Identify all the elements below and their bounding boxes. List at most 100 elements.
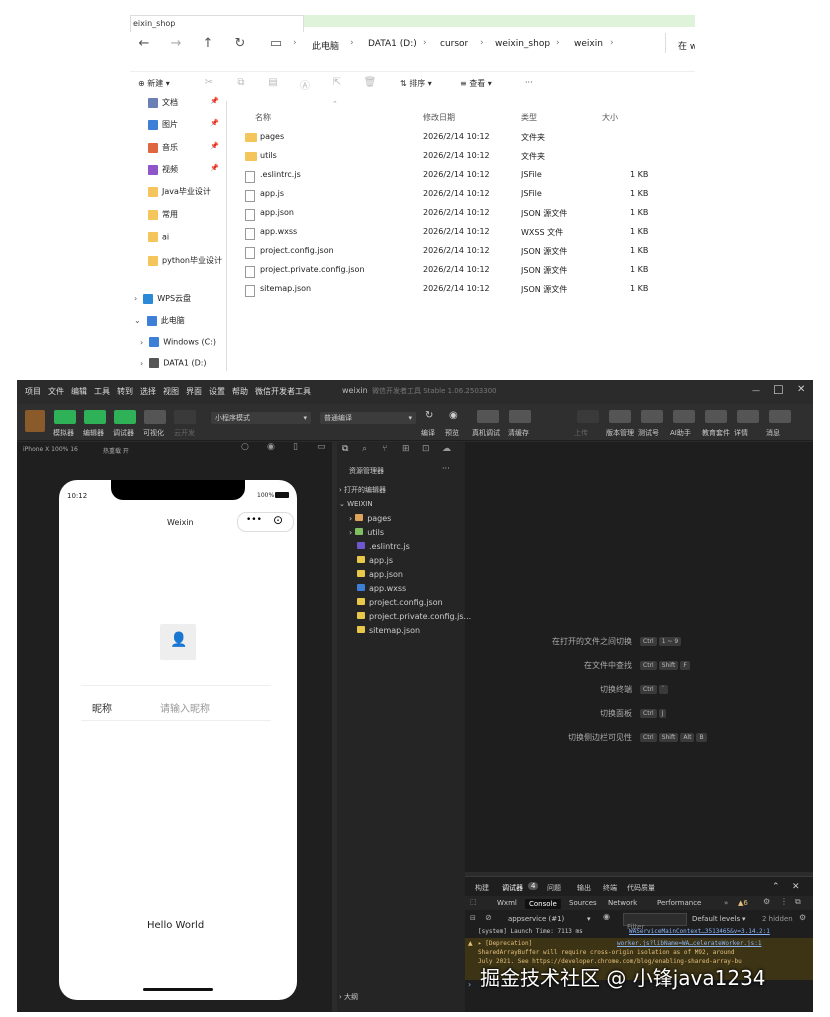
devtools-tab[interactable]: Console xyxy=(525,899,561,909)
up-icon[interactable]: ↑ xyxy=(200,37,216,51)
close-panel-icon[interactable]: ✕ xyxy=(792,882,800,892)
maximize-icon[interactable]: ☐ xyxy=(773,383,784,397)
file-tree-item[interactable]: .eslintrc.js xyxy=(357,542,477,551)
paste-icon[interactable]: ▤ xyxy=(266,77,280,89)
pin-icon[interactable]: 📌 xyxy=(210,97,219,105)
inspect-icon[interactable]: ⬚ xyxy=(470,898,477,906)
sidebar-item[interactable]: Java毕业设计 xyxy=(148,186,228,200)
file-tree-item[interactable]: app.json xyxy=(357,570,477,579)
settings-icon[interactable]: ⚙ xyxy=(763,897,770,906)
menu-item[interactable]: 选择 xyxy=(140,386,156,397)
tree-item[interactable]: ⌄ 此电脑 xyxy=(134,315,229,329)
hotreload-toggle[interactable]: 热重载 开 xyxy=(103,446,129,455)
breadcrumb-data1[interactable]: DATA1 (D:) xyxy=(368,39,417,49)
file-tree-item[interactable]: sitemap.json xyxy=(357,626,477,635)
outline-section[interactable]: › 大纲 xyxy=(339,992,358,1002)
git-icon[interactable]: ⑂ xyxy=(382,444,387,454)
simulator-toggle-icon[interactable] xyxy=(54,410,76,424)
column-date[interactable]: 修改日期 xyxy=(423,112,455,123)
file-tree-item[interactable]: app.js xyxy=(357,556,477,565)
menu-item[interactable]: 工具 xyxy=(94,386,110,397)
minimize-icon[interactable]: — xyxy=(752,386,760,395)
share-icon[interactable]: ⇱ xyxy=(330,77,344,89)
more-icon[interactable]: ··· xyxy=(442,464,450,473)
menu-item[interactable]: 设置 xyxy=(209,386,225,397)
sort-button[interactable]: ⇅ 排序 ▾ xyxy=(400,78,432,89)
rename-icon[interactable]: Ⓐ xyxy=(298,77,312,92)
file-row[interactable]: project.private.config.json 2026/2/14 10:… xyxy=(240,265,680,284)
tree-item[interactable]: › DATA1 (D:) xyxy=(140,358,235,371)
cut-icon[interactable]: ✂ xyxy=(202,77,216,89)
settings-icon[interactable]: ⚙ xyxy=(799,913,806,922)
file-tree-item[interactable]: project.private.config.js... xyxy=(357,612,477,621)
eye-icon[interactable]: ◉ xyxy=(603,912,610,921)
compile-select[interactable]: 普通编译 ▾ xyxy=(320,412,416,424)
mode-select[interactable]: 小程序模式 ▾ xyxy=(211,412,311,424)
version-icon[interactable] xyxy=(609,410,631,423)
file-row[interactable]: pages 2026/2/14 10:12 文件夹 xyxy=(240,132,680,151)
block-icon[interactable]: ⊘ xyxy=(485,913,492,922)
menu-item[interactable]: 转到 xyxy=(117,386,133,397)
copy-icon[interactable]: ⧉ xyxy=(234,77,248,89)
pin-icon[interactable]: 📌 xyxy=(210,142,219,150)
tree-item[interactable]: › WPS云盘 xyxy=(134,293,229,307)
tree-item[interactable]: › Windows (C:) xyxy=(140,337,235,351)
debug-icon[interactable]: ⊡ xyxy=(422,444,430,454)
breadcrumb-this-pc[interactable]: 此电脑 xyxy=(312,39,339,52)
forward-icon[interactable]: → xyxy=(168,37,184,51)
log-source-link[interactable]: WAServiceMainContext…3513465&v=3.14.2:1 xyxy=(629,928,809,935)
file-row[interactable]: utils 2026/2/14 10:12 文件夹 xyxy=(240,151,680,170)
breadcrumb-weixin[interactable]: weixin xyxy=(574,39,603,49)
debugger-toggle-icon[interactable] xyxy=(114,410,136,424)
file-row[interactable]: sitemap.json 2026/2/14 10:12 JSON 源文件 1 KB xyxy=(240,284,680,303)
nickname-input[interactable]: 请输入昵称 xyxy=(160,700,210,715)
sidebar-toggle-icon[interactable]: ⊟ xyxy=(470,914,476,922)
pin-icon[interactable]: 📌 xyxy=(210,119,219,127)
cloud-toggle-icon[interactable] xyxy=(174,410,196,424)
devtools-tab[interactable]: Sources xyxy=(569,899,597,907)
dock-icon[interactable]: ⧉ xyxy=(795,897,801,907)
compile-icon[interactable]: ↻ xyxy=(425,410,433,421)
device-select[interactable]: iPhone X 100% 16 xyxy=(23,446,78,453)
extensions-icon[interactable]: ⊞ xyxy=(402,444,410,454)
sidebar-item[interactable]: python毕业设计 xyxy=(148,255,228,269)
log-source-link[interactable]: worker.js?libName=WA…celerateWorker.js:1 xyxy=(617,940,807,947)
file-row[interactable]: .eslintrc.js 2026/2/14 10:12 JSFile 1 KB xyxy=(240,170,680,189)
warning-count[interactable]: ▲6 xyxy=(738,899,748,907)
menu-item[interactable]: 项目 xyxy=(25,386,41,397)
breadcrumb-cursor[interactable]: cursor xyxy=(440,39,468,49)
panel-tab[interactable]: 终端 xyxy=(603,883,617,893)
window-icon[interactable]: ▭ xyxy=(317,442,326,452)
chevron-up-icon[interactable]: ⌃ xyxy=(772,882,780,892)
menu-item[interactable]: 微信开发者工具 xyxy=(255,386,311,397)
filter-input[interactable]: Filter xyxy=(623,913,687,931)
stop-icon[interactable]: ◉ xyxy=(267,442,275,452)
clear-cache-icon[interactable] xyxy=(509,410,531,423)
menu-item[interactable]: 界面 xyxy=(186,386,202,397)
file-tree-item[interactable]: project.config.json xyxy=(357,598,477,607)
sidebar-item[interactable]: ai xyxy=(148,232,228,246)
file-row[interactable]: app.wxss 2026/2/14 10:12 WXSS 文件 1 KB xyxy=(240,227,680,246)
file-tree-item[interactable]: › utils xyxy=(349,528,469,537)
open-editors-section[interactable]: › 打开的编辑器 xyxy=(339,485,386,495)
avatar[interactable] xyxy=(25,410,45,432)
menu-item[interactable]: 帮助 xyxy=(232,386,248,397)
devtools-tab[interactable]: Network xyxy=(608,899,637,907)
phone-icon[interactable]: ▯ xyxy=(293,442,298,452)
test-account-icon[interactable] xyxy=(641,410,663,423)
more-icon[interactable]: ••• xyxy=(246,515,262,525)
file-row[interactable]: app.json 2026/2/14 10:12 JSON 源文件 1 KB xyxy=(240,208,680,227)
levels-select[interactable]: Default levels xyxy=(692,915,740,923)
education-icon[interactable] xyxy=(705,410,727,423)
pin-icon[interactable]: 📌 xyxy=(210,164,219,172)
log-line[interactable]: ▸ [Deprecation] xyxy=(478,940,628,947)
chevron-icon[interactable]: ⌄ xyxy=(134,316,141,325)
breadcrumb-weixin-shop[interactable]: weixin_shop xyxy=(495,39,550,49)
panel-tab[interactable]: 构建 xyxy=(475,883,489,893)
delete-icon[interactable]: 🗑 xyxy=(363,77,377,89)
panel-tab[interactable]: 代码质量 xyxy=(627,883,655,893)
column-name[interactable]: 名称 xyxy=(255,112,271,123)
menu-item[interactable]: 文件 xyxy=(48,386,64,397)
console-prompt-icon[interactable]: › xyxy=(468,980,471,989)
files-icon[interactable]: ⧉ xyxy=(342,444,348,454)
